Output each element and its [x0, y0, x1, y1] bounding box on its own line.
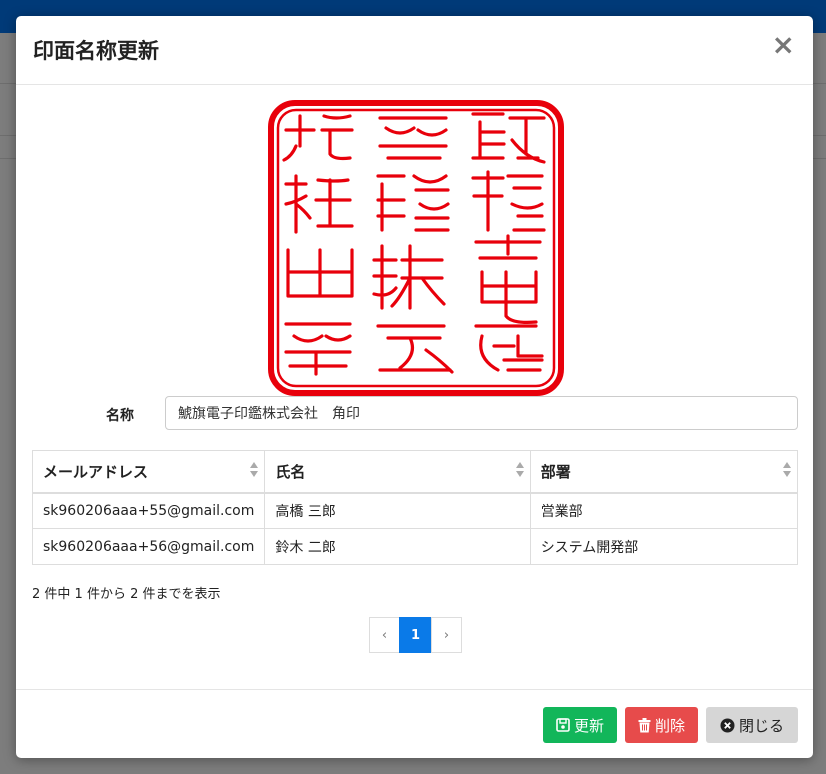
cell-department: 営業部 [529, 492, 799, 529]
save-icon [556, 718, 570, 732]
delete-button-label: 削除 [654, 716, 685, 735]
pagination-next-button[interactable]: › [431, 617, 462, 653]
pagination-prev-button[interactable]: ‹ [369, 617, 400, 653]
column-header-department[interactable]: 部署 [529, 450, 799, 494]
column-header-name[interactable]: 氏名 [264, 450, 531, 494]
close-button[interactable]: 閉じる [706, 707, 798, 743]
column-header-label: 氏名 [275, 462, 306, 481]
modal-title: 印面名称更新 [33, 39, 159, 63]
update-button-label: 更新 [573, 716, 604, 735]
cell-department: システム開発部 [529, 528, 799, 565]
delete-button[interactable]: 削除 [625, 707, 698, 743]
pagination-page-button[interactable]: 1 [399, 617, 432, 653]
trash-icon [638, 717, 651, 732]
cell-email: sk960206aaa+56@gmail.com [31, 528, 266, 565]
close-icon[interactable]: × [772, 30, 795, 60]
cell-email: sk960206aaa+55@gmail.com [31, 492, 266, 529]
cell-name: 高橋 三郎 [264, 492, 531, 529]
name-label: 名称 [106, 408, 134, 424]
table-row[interactable]: sk960206aaa+55@gmail.com 高橋 三郎 営業部 [31, 492, 799, 529]
name-row: 名称 [16, 396, 813, 430]
modal-header: 印面名称更新 × [16, 16, 813, 85]
table-row[interactable]: sk960206aaa+56@gmail.com 鈴木 二郎 システム開発部 [31, 528, 799, 565]
table-header-row: メールアドレス 氏名 部署 [31, 450, 799, 494]
cell-name: 鈴木 二郎 [264, 528, 531, 565]
update-button[interactable]: 更新 [543, 707, 617, 743]
stamp-name-update-dialog: 印面名称更新 × 名称 鯱旗電子印鑑株式会社 角印 メールアドレス 氏名 部署 … [16, 16, 813, 758]
seal-image [268, 100, 564, 396]
column-header-email[interactable]: メールアドレス [31, 450, 266, 494]
close-circle-icon [720, 718, 735, 732]
table-info: 2 件中 1 件から 2 件までを表示 [32, 587, 221, 602]
sort-icon [783, 462, 791, 478]
modal-footer: 更新 削除 閉じる [16, 689, 813, 758]
column-header-label: 部署 [540, 462, 571, 481]
sort-icon [250, 462, 259, 478]
close-button-label: 閉じる [738, 716, 784, 735]
pagination: ‹ 1 › [369, 617, 462, 653]
members-table: メールアドレス 氏名 部署 sk960206aaa+55@gmail.com 高… [31, 450, 799, 565]
sort-icon [515, 462, 524, 478]
name-input[interactable] [165, 396, 798, 430]
column-header-label: メールアドレス [43, 462, 149, 481]
